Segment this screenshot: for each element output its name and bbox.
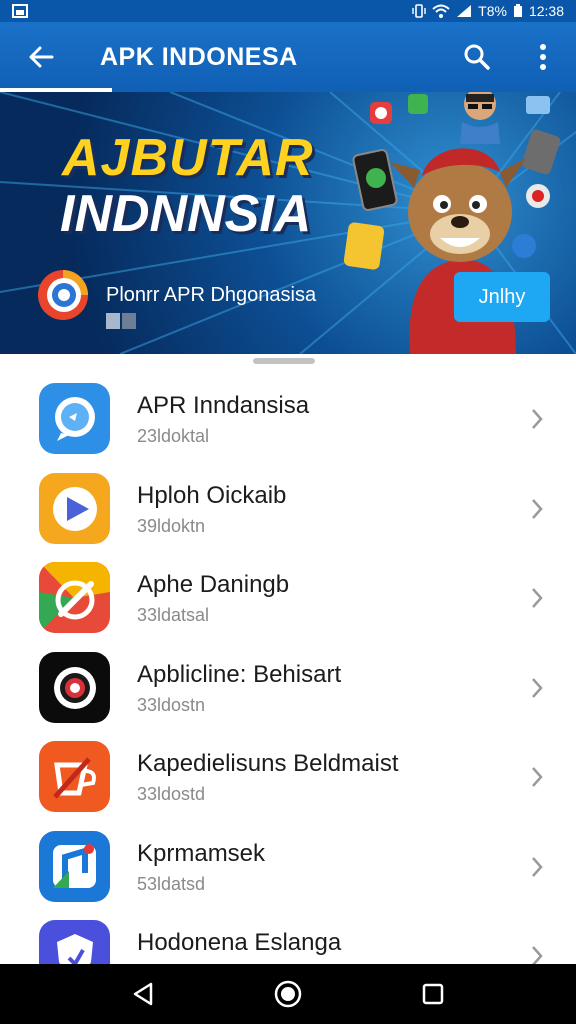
clock: 12:38 (528, 3, 564, 19)
square-recents-icon (423, 983, 444, 1005)
chevron-right-icon (532, 498, 543, 519)
app-name: Kapedielisuns Beldmaist (137, 750, 399, 777)
list-item[interactable]: Kapedielisuns Beldmaist 33ldostd (0, 732, 576, 822)
list-item[interactable]: APR Inndansisa 23ldoktal (0, 374, 576, 464)
chevron-right-icon (532, 409, 543, 429)
banner-headline-2: INDNNSIA (60, 185, 312, 243)
search-icon (464, 44, 490, 70)
chat-bubble-icon (39, 383, 110, 454)
chevron-right-icon (532, 588, 543, 608)
search-button[interactable] (444, 22, 510, 92)
wifi-icon (432, 4, 450, 18)
app-meta: 39ldoktn (137, 515, 206, 536)
install-button[interactable]: Jnlhy (454, 272, 550, 322)
nav-home-button[interactable] (258, 964, 318, 1024)
chevron-right-icon (532, 767, 543, 787)
battery-percent: T8% (478, 3, 507, 19)
list-item[interactable]: Hploh Oickaib 39ldoktn (0, 464, 576, 554)
app-name: Apblicline: Behisart (137, 660, 342, 688)
battery-icon (513, 4, 523, 18)
signal-icon (456, 4, 472, 18)
overflow-menu-button[interactable] (510, 22, 576, 92)
arrow-back-icon (29, 46, 54, 68)
chevron-right-icon (532, 856, 543, 877)
app-name: APR Inndansisa (137, 392, 310, 419)
music-note-icon (39, 830, 110, 902)
chevron-right-icon (532, 677, 543, 698)
page-title: APK INDONESA (100, 42, 298, 71)
list-item[interactable]: Aphe Daningb 33ldatsal (0, 553, 576, 643)
home-circle-icon (274, 980, 302, 1008)
cup-icon (39, 741, 110, 812)
app-meta: 33ldatsal (137, 605, 210, 625)
back-button[interactable] (0, 22, 82, 92)
rating-badge (106, 313, 138, 329)
pen-circle-icon (39, 562, 110, 633)
app-name: Aphe Daningb (137, 571, 290, 598)
status-bar: T8% 12:38 (0, 0, 576, 22)
app-meta: 33ldostn (137, 694, 206, 715)
browser-logo-icon (38, 270, 88, 320)
list-item[interactable]: Kprmamsek 53ldatsd (0, 822, 576, 912)
banner-headline-1: AJBUTAR (62, 129, 314, 187)
nav-back-button[interactable] (113, 964, 173, 1024)
app-meta: 23ldoktal (137, 426, 210, 446)
play-icon (39, 472, 110, 544)
app-bar: APK INDONESA (0, 22, 576, 92)
triangle-back-icon (133, 982, 152, 1006)
vibrate-icon (412, 4, 426, 18)
banner-app-name: Plonrr APR Dhgonasisa (106, 284, 317, 306)
app-meta: 33ldostd (137, 784, 206, 804)
target-icon (39, 651, 110, 723)
app-name: Hodonena Eslanga (137, 929, 342, 956)
list-item[interactable]: Apblicline: Behisart 33ldostn (0, 643, 576, 733)
promo-banner[interactable]: AJBUTAR INDNNSIA Plonrr APR Dhgonasisa J… (0, 92, 576, 354)
app-list: APR Inndansisa 23ldoktal Hploh Oickaib 3… (0, 374, 576, 1001)
app-meta: 53ldatsd (137, 873, 206, 894)
nav-recents-button[interactable] (403, 964, 463, 1024)
more-vert-icon (540, 44, 546, 70)
notification-icon (12, 4, 28, 18)
app-name: Hploh Oickaib (137, 481, 287, 509)
app-name: Kprmamsek (137, 839, 266, 867)
system-nav-bar (0, 964, 576, 1024)
drag-handle[interactable] (253, 358, 315, 364)
